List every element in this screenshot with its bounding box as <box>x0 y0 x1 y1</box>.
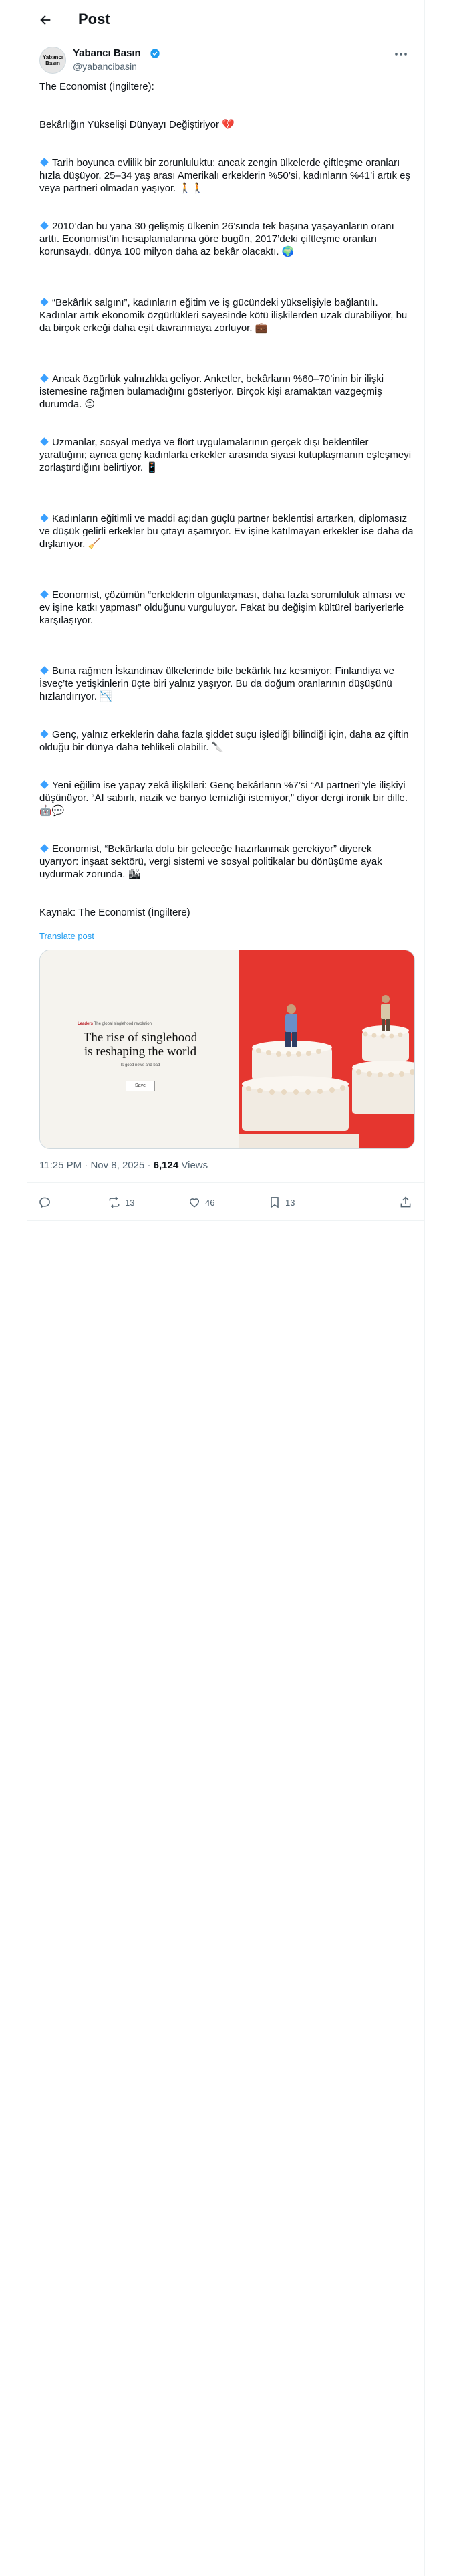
paragraph-6: Kadınların eğitimli ve maddi açıdan güçl… <box>39 512 414 550</box>
pensive-face-emoji: 😔 <box>84 398 96 410</box>
diamond-bullet-icon <box>40 666 49 675</box>
heart-icon <box>189 1198 200 1208</box>
bookmark-icon <box>271 1197 279 1208</box>
paragraph-8: Buna rağmen İskandinav ülkelerinde bile … <box>39 665 414 703</box>
wedding-cakes-illustration <box>239 950 414 1148</box>
page: Post Yabancı Basın Yabancı Basın @yabanc… <box>0 0 451 2576</box>
more-options-icon[interactable] <box>394 49 408 59</box>
paragraph-3: “Bekârlık salgını”, kadınların eğitim ve… <box>39 296 414 334</box>
diamond-bullet-icon <box>40 221 49 230</box>
mobile-phone-emoji: 📱 <box>146 461 158 473</box>
action-bar: 13 46 13 <box>27 1183 424 1220</box>
back-arrow-icon[interactable] <box>38 13 53 27</box>
paragraph-9: Genç, yalnız erkeklerin daha fazla şidde… <box>39 728 414 754</box>
broom-emoji: 🧹 <box>88 538 101 550</box>
page-title: Post <box>78 11 110 27</box>
globe-emoji: 🌍 <box>281 245 295 257</box>
paragraph-5: Uzmanlar, sosyal medya ve flört uygulama… <box>39 436 414 474</box>
diamond-bullet-icon <box>40 780 49 789</box>
repost-icon <box>109 1196 120 1208</box>
paragraph-text: Economist, “Bekârlarla dolu bir geleceğe… <box>39 843 382 880</box>
reply-button[interactable] <box>38 1195 55 1210</box>
card-kicker-brand: Leaders <box>78 1022 94 1026</box>
repost-button[interactable]: 13 <box>108 1195 134 1210</box>
paragraph-2: 2010’dan bu yana 30 gelişmiş ülkenin 26’… <box>39 220 414 258</box>
paragraph-1: Tarih boyunca evlilik bir zorunluluktu; … <box>39 156 414 195</box>
meta-separator: · <box>147 1160 151 1171</box>
post-headline: Bekârlığın Yükselişi Dünyayı Değiştiriyo… <box>39 118 414 131</box>
avatar-text-line1: Yabancı <box>42 54 63 60</box>
card-kicker-text: The global singlehood revolution <box>94 1022 152 1026</box>
avatar[interactable]: Yabancı Basın <box>39 47 66 74</box>
broken-heart-emoji: 💔 <box>222 118 235 130</box>
card-headline: The rise of singlehood is reshaping the … <box>67 1031 214 1059</box>
paragraph-7: Economist, çözümün “erkeklerin olgunlaşm… <box>39 588 414 627</box>
paragraph-11: Economist, “Bekârlarla dolu bir geleceğe… <box>39 843 414 881</box>
card-text-panel: Leaders The global singlehood revolution… <box>40 950 239 1148</box>
card-headline-line2: is reshaping the world <box>84 1045 197 1059</box>
reply-icon <box>39 1197 50 1208</box>
bookmark-count: 13 <box>285 1197 295 1208</box>
diamond-bullet-icon <box>40 514 49 522</box>
cityscape-emoji: 🏙 <box>128 868 141 880</box>
share-button[interactable] <box>399 1195 416 1210</box>
paragraph-text: Yeni eğilim ise yapay zekâ ilişkileri: G… <box>39 780 408 804</box>
main-column: Post Yabancı Basın Yabancı Basın @yabanc… <box>27 0 425 2576</box>
repost-count: 13 <box>125 1197 135 1208</box>
paragraph-text: 2010’dan bu yana 30 gelişmiş ülkenin 26’… <box>39 221 394 257</box>
diamond-bullet-icon <box>40 374 49 383</box>
post-date[interactable]: Nov 8, 2025 <box>90 1160 144 1171</box>
author-handle[interactable]: @yabancibasin <box>73 61 137 72</box>
like-count: 46 <box>205 1197 215 1208</box>
post-source-line: The Economist (İngiltere): <box>39 81 154 92</box>
meta-separator: · <box>84 1160 88 1171</box>
post-source-footer: Kaynak: The Economist (İngiltere) <box>39 907 190 918</box>
diamond-bullet-icon <box>40 298 49 306</box>
diamond-bullet-icon <box>40 158 49 167</box>
card-illustration <box>239 950 414 1148</box>
diamond-bullet-icon <box>40 730 49 738</box>
avatar-text-line2: Basın <box>45 60 60 66</box>
translate-post-link[interactable]: Translate post <box>39 931 94 941</box>
knife-emoji: 🔪 <box>211 741 224 753</box>
like-button[interactable]: 46 <box>188 1195 214 1210</box>
diamond-bullet-icon <box>40 844 49 853</box>
paragraph-text: Uzmanlar, sosyal medya ve flört uygulama… <box>39 437 412 473</box>
paragraph-10: Yeni eğilim ise yapay zekâ ilişkileri: G… <box>39 779 414 817</box>
card-headline-line1: The rise of singlehood <box>83 1031 198 1045</box>
post-time[interactable]: 11:25 PM <box>39 1160 82 1171</box>
card-save-button: Save <box>126 1081 155 1091</box>
paragraph-text: “Bekârlık salgını”, kadınların eğitim ve… <box>39 297 408 334</box>
bookmark-button[interactable]: 13 <box>268 1195 295 1210</box>
headline-text: Bekârlığın Yükselişi Dünyayı Değiştiriyo… <box>39 119 219 130</box>
diamond-bullet-icon <box>40 590 49 599</box>
article-image-card[interactable]: Leaders The global singlehood revolution… <box>39 950 415 1149</box>
author-name[interactable]: Yabancı Basın <box>73 47 141 59</box>
post-meta: 11:25 PM · Nov 8, 2025 · 6,124 Views <box>39 1160 208 1171</box>
card-kicker: Leaders The global singlehood revolution <box>78 1022 152 1026</box>
views-label: Views <box>181 1160 208 1171</box>
top-bar: Post <box>27 0 424 40</box>
views-count: 6,124 <box>153 1160 179 1171</box>
paragraph-text: Tarih boyunca evlilik bir zorunluluktu; … <box>39 157 410 194</box>
card-subhead: Is good news and bad <box>120 1063 160 1067</box>
people-walking-emoji: 🚶🚶 <box>178 182 204 194</box>
diamond-bullet-icon <box>40 437 49 446</box>
verified-badge-icon <box>150 49 160 58</box>
robot-speech-emoji: 🤖💬 <box>39 804 65 817</box>
paragraph-text: Economist, çözümün “erkeklerin olgunlaşm… <box>39 589 406 626</box>
briefcase-emoji: 💼 <box>255 322 268 334</box>
divider <box>27 1220 424 1221</box>
paragraph-4: Ancak özgürlük yalnızlıkla geliyor. Anke… <box>39 372 414 411</box>
paragraph-text: Buna rağmen İskandinav ülkelerinde bile … <box>39 665 394 702</box>
post-author: Yabancı Basın Yabancı Basın @yabancibasi… <box>39 47 414 74</box>
share-icon <box>400 1196 411 1208</box>
chart-decreasing-emoji: 📉 <box>100 690 112 702</box>
